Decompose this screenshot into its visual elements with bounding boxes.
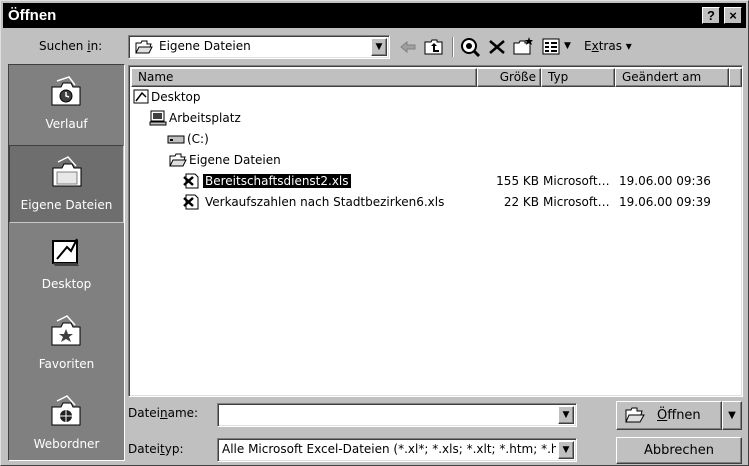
filename-label: Dateiname: xyxy=(128,406,199,420)
file-row[interactable]: Bereitschaftsdienst2.xls 155 KB Microsof… xyxy=(129,171,740,191)
open-folder-icon xyxy=(135,40,153,54)
search-web-icon[interactable] xyxy=(459,37,481,57)
column-header-modified[interactable]: Geändert am xyxy=(615,68,729,87)
extras-menu-button[interactable]: Extras ▾ xyxy=(584,39,632,53)
file-modified: 19.06.00 09:36 xyxy=(619,174,711,188)
place-webordner[interactable]: Webordner xyxy=(9,385,124,463)
file-name: Bereitschaftsdienst2.xls xyxy=(203,174,351,188)
desktop-icon xyxy=(52,238,79,266)
column-header-filler xyxy=(729,68,742,87)
places-bar: Verlauf Eigene Dateien Desktop Favoriten… xyxy=(8,64,125,461)
drive-icon xyxy=(167,135,185,144)
filetype-select[interactable]: Alle Microsoft Excel-Dateien (*.xl*; *.x… xyxy=(217,438,577,462)
filename-input[interactable]: ▼ xyxy=(217,403,577,427)
file-list[interactable]: Name Größe Typ Geändert am Desktop Arbei… xyxy=(128,65,743,397)
up-one-level-icon[interactable] xyxy=(424,38,444,56)
look-in-label: Suchen in: xyxy=(39,39,103,53)
column-header-size[interactable]: Größe xyxy=(477,68,541,87)
look-in-dropdown-button[interactable]: ▼ xyxy=(371,38,387,56)
help-button[interactable]: ? xyxy=(702,7,720,24)
open-options-dropdown-button[interactable]: ▼ xyxy=(722,401,742,430)
new-folder-icon[interactable] xyxy=(513,36,535,56)
open-dialog: Öffnen ? × Suchen in: Eigene Dateien ▼ ▼… xyxy=(0,0,749,466)
open-button[interactable]: Öffnen xyxy=(616,401,722,430)
place-verlauf[interactable]: Verlauf xyxy=(9,65,124,143)
back-arrow-icon[interactable] xyxy=(399,39,417,55)
place-desktop[interactable]: Desktop xyxy=(9,225,124,303)
excel-file-icon xyxy=(183,194,199,210)
title-bar[interactable]: Öffnen ? × xyxy=(3,3,746,28)
file-size: 155 KB xyxy=(496,174,539,188)
file-modified: 19.06.00 09:39 xyxy=(619,195,711,209)
filetype-dropdown-button[interactable]: ▼ xyxy=(558,441,574,459)
place-favoriten[interactable]: Favoriten xyxy=(9,305,124,383)
file-type: Microsoft… xyxy=(543,195,610,209)
column-header-name[interactable]: Name xyxy=(131,68,477,87)
filetype-value: Alle Microsoft Excel-Dateien (*.xl*; *.x… xyxy=(222,442,556,456)
toolbar-separator xyxy=(452,37,454,57)
web-folders-icon xyxy=(51,395,81,426)
look-in-value: Eigene Dateien xyxy=(159,39,251,53)
file-row[interactable]: Verkaufszahlen nach Stadtbezirken6.xls 2… xyxy=(129,192,740,212)
views-icon[interactable] xyxy=(542,38,562,56)
views-dropdown-arrow[interactable]: ▼ xyxy=(564,41,571,51)
file-name: Verkaufszahlen nach Stadtbezirken6.xls xyxy=(205,195,445,209)
my-documents-folder-icon xyxy=(52,156,82,187)
filetype-label: Dateityp: xyxy=(128,442,184,456)
look-in-combobox[interactable]: Eigene Dateien ▼ xyxy=(128,35,390,59)
favorites-folder-icon xyxy=(51,315,81,346)
open-folder-icon xyxy=(625,407,645,423)
place-eigene-dateien[interactable]: Eigene Dateien xyxy=(9,145,124,223)
column-header-type[interactable]: Typ xyxy=(541,68,615,87)
close-button[interactable]: × xyxy=(724,7,742,24)
dialog-title: Öffnen xyxy=(8,7,57,24)
open-folder-icon xyxy=(169,153,187,167)
computer-icon xyxy=(149,110,167,126)
filename-dropdown-button[interactable]: ▼ xyxy=(558,406,574,424)
history-folder-icon xyxy=(51,76,81,106)
desktop-icon xyxy=(133,89,149,104)
file-size: 22 KB xyxy=(503,195,539,209)
file-type: Microsoft… xyxy=(543,174,610,188)
excel-file-icon xyxy=(183,173,199,189)
delete-x-icon[interactable] xyxy=(488,39,506,55)
cancel-button[interactable]: Abbrechen xyxy=(616,437,742,464)
